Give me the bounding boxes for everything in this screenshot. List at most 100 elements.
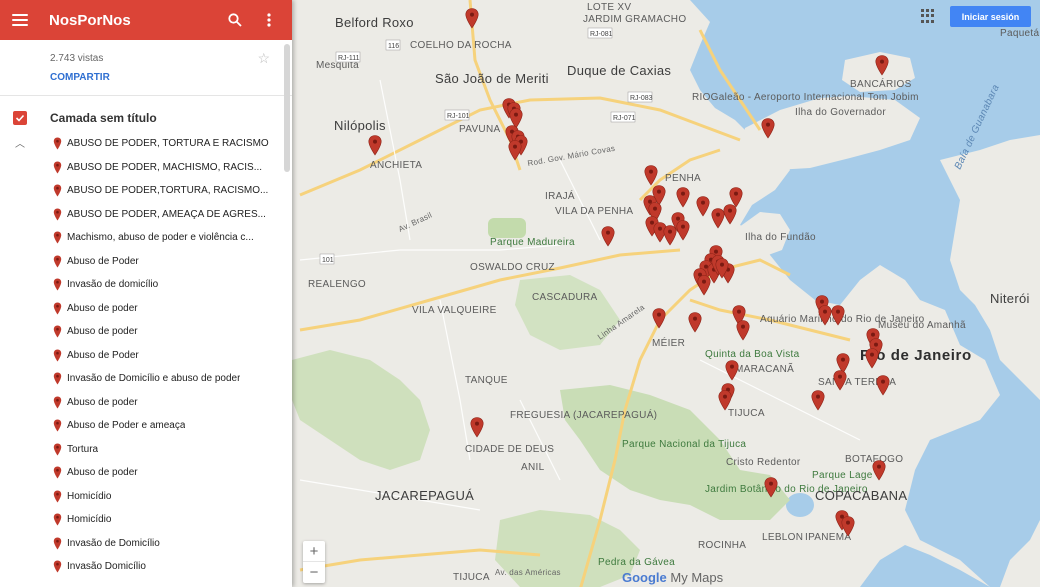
label-iraja: IRAJÁ <box>545 189 575 202</box>
map-pin-icon <box>53 396 62 409</box>
madureira-park <box>488 218 526 238</box>
label-rocinha: ROCINHA <box>698 540 746 551</box>
label-copacabana: COPACABANA <box>815 488 907 503</box>
list-item-label: Homicídio <box>67 490 112 502</box>
label-paqueta: Paquetá <box>1000 28 1039 39</box>
label-lote-xv: LOTE XV <box>587 2 631 13</box>
label-parque-tijuca: Parque Nacional da Tijuca <box>622 439 746 450</box>
label-anchieta: ANCHIETA <box>370 160 422 171</box>
map-pin-icon <box>53 184 62 197</box>
label-galeao: RIOGaleão - Aeroporto Internacional Tom … <box>692 92 919 103</box>
map-pin-icon <box>53 513 62 526</box>
svg-text:RJ-081: RJ-081 <box>590 31 613 38</box>
list-item-label: ABUSO DE PODER, AMEAÇA DE AGRES... <box>67 208 266 220</box>
list-item-label: Invasão de domicílio <box>67 279 159 291</box>
list-item-label: Invasão Domicílio <box>67 561 146 573</box>
list-item[interactable]: Homicídio <box>0 508 292 532</box>
list-item-label: Tortura <box>67 443 99 455</box>
share-button[interactable]: COMPARTIR <box>50 72 292 83</box>
list-item[interactable]: Abuso de poder <box>0 461 292 485</box>
map-title: NosPorNos <box>49 11 131 29</box>
signin-button[interactable]: Iniciar sesión <box>950 6 1031 27</box>
label-tanque: TANQUE <box>465 375 508 386</box>
check-icon[interactable] <box>13 111 27 125</box>
list-item[interactable]: ABUSO DE PODER, AMEAÇA DE AGRES... <box>0 203 292 227</box>
label-maracana: MARACANÃ <box>735 362 794 375</box>
list-item-label: ABUSO DE PODER, TORTURA E RACISMO <box>67 138 269 150</box>
check-glyph <box>15 114 25 122</box>
map-pin-icon <box>53 255 62 268</box>
label-parque-lage: Parque Lage <box>812 470 873 481</box>
list-item-label: Abuso de Poder <box>67 255 139 267</box>
list-item[interactable]: Homicídio <box>0 485 292 509</box>
menu-icon-bar <box>12 19 28 21</box>
list-item[interactable]: Machismo, abuso de poder e violência c..… <box>0 226 292 250</box>
view-count: 2.743 vistas <box>50 53 104 64</box>
label-coelho: COELHO DA ROCHA <box>410 40 512 51</box>
label-bancarios: BANCÁRIOS <box>850 77 912 90</box>
label-ilha-gov: Ilha do Governador <box>795 107 886 118</box>
label-ipanema: IPANEMA <box>805 532 851 543</box>
list-item-label: Abuso de poder <box>67 396 138 408</box>
layer-item-list: ︿ ABUSO DE PODER, TORTURA E RACISMO ABUSO… <box>0 132 292 579</box>
menu-icon-bar <box>12 24 28 26</box>
search-icon[interactable] <box>224 9 246 31</box>
panel-header: NosPorNos <box>0 0 292 40</box>
list-item-label: ABUSO DE PODER, MACHISMO, RACIS... <box>67 161 263 173</box>
label-freguesia: FREGUESIA (JACAREPAGUÁ) <box>510 408 657 421</box>
menu-icon[interactable] <box>12 14 28 26</box>
list-item[interactable]: Abuso de Poder <box>0 344 292 368</box>
label-pedra: Pedra da Gávea <box>598 557 675 568</box>
google-logo-text: Google <box>622 570 667 585</box>
lagoa <box>786 493 814 517</box>
zoom-out-icon[interactable]: − <box>303 562 325 583</box>
apps-icon[interactable] <box>921 9 935 23</box>
label-tijuca-bottom: TIJUCA <box>453 572 490 583</box>
list-item[interactable]: Invasão de Domicílio e abuso de poder <box>0 367 292 391</box>
svg-text:RJ-111: RJ-111 <box>338 55 360 62</box>
label-pavuna: PAVUNA <box>459 124 500 135</box>
list-item-label: Abuso de poder <box>67 326 138 338</box>
label-av-americas: Av. das Américas <box>495 568 561 577</box>
list-item[interactable]: Abuso de poder <box>0 320 292 344</box>
label-realengo: REALENGO <box>308 279 366 290</box>
label-cidade-deus: CIDADE DE DEUS <box>465 444 554 455</box>
zoom-in-icon[interactable]: + <box>303 541 325 562</box>
list-item[interactable]: ABUSO DE PODER, TORTURA E RACISMO <box>0 132 292 156</box>
list-item[interactable]: Abuso de Poder <box>0 250 292 274</box>
list-item-label: Abuso de Poder <box>67 349 139 361</box>
map-pin-icon <box>53 490 62 503</box>
list-item-label: Invasão de Domicílio <box>67 537 160 549</box>
map-pin-icon <box>53 278 62 291</box>
label-duque: Duque de Caxias <box>567 63 671 78</box>
more-vert-icon[interactable] <box>258 9 280 31</box>
label-niteroi: Niterói <box>990 291 1030 306</box>
map-pin-icon <box>53 419 62 432</box>
label-leblon: LEBLON <box>762 532 803 543</box>
list-item[interactable]: Abuso de poder <box>0 297 292 321</box>
star-icon[interactable]: ☆ <box>257 50 270 67</box>
zoom-control: + − <box>303 541 325 583</box>
list-item[interactable]: Invasão Domicílio <box>0 555 292 579</box>
label-sao-joao: São João de Meriti <box>435 71 549 86</box>
map-pin-icon <box>53 137 62 150</box>
list-item[interactable]: Abuso de poder <box>0 391 292 415</box>
list-item[interactable]: ABUSO DE PODER, MACHISMO, RACIS... <box>0 156 292 180</box>
label-anil: ANIL <box>521 462 545 473</box>
list-item[interactable]: Abuso de Poder e ameaça <box>0 414 292 438</box>
list-item[interactable]: Tortura <box>0 438 292 462</box>
label-nilopolis: Nilópolis <box>334 118 386 133</box>
list-item-label: Homicídio <box>67 514 112 526</box>
list-item[interactable]: Invasão de Domicílio <box>0 532 292 556</box>
search-icon-glyph <box>228 13 242 27</box>
map-pin-icon <box>53 349 62 362</box>
list-item-label: Invasão de Domicílio e abuso de poder <box>67 373 241 385</box>
list-item-label: Abuso de poder <box>67 467 138 479</box>
google-mymaps-logo: Google My Maps <box>622 570 723 585</box>
map-pin-icon <box>53 231 62 244</box>
label-madureira: Parque Madureira <box>490 237 575 248</box>
svg-text:RJ-101: RJ-101 <box>447 113 470 120</box>
list-item[interactable]: Invasão de domicílio <box>0 273 292 297</box>
list-item[interactable]: ABUSO DE PODER,TORTURA, RACISMO... <box>0 179 292 203</box>
map-info: 2.743 vistas COMPARTIR ☆ <box>0 40 292 96</box>
